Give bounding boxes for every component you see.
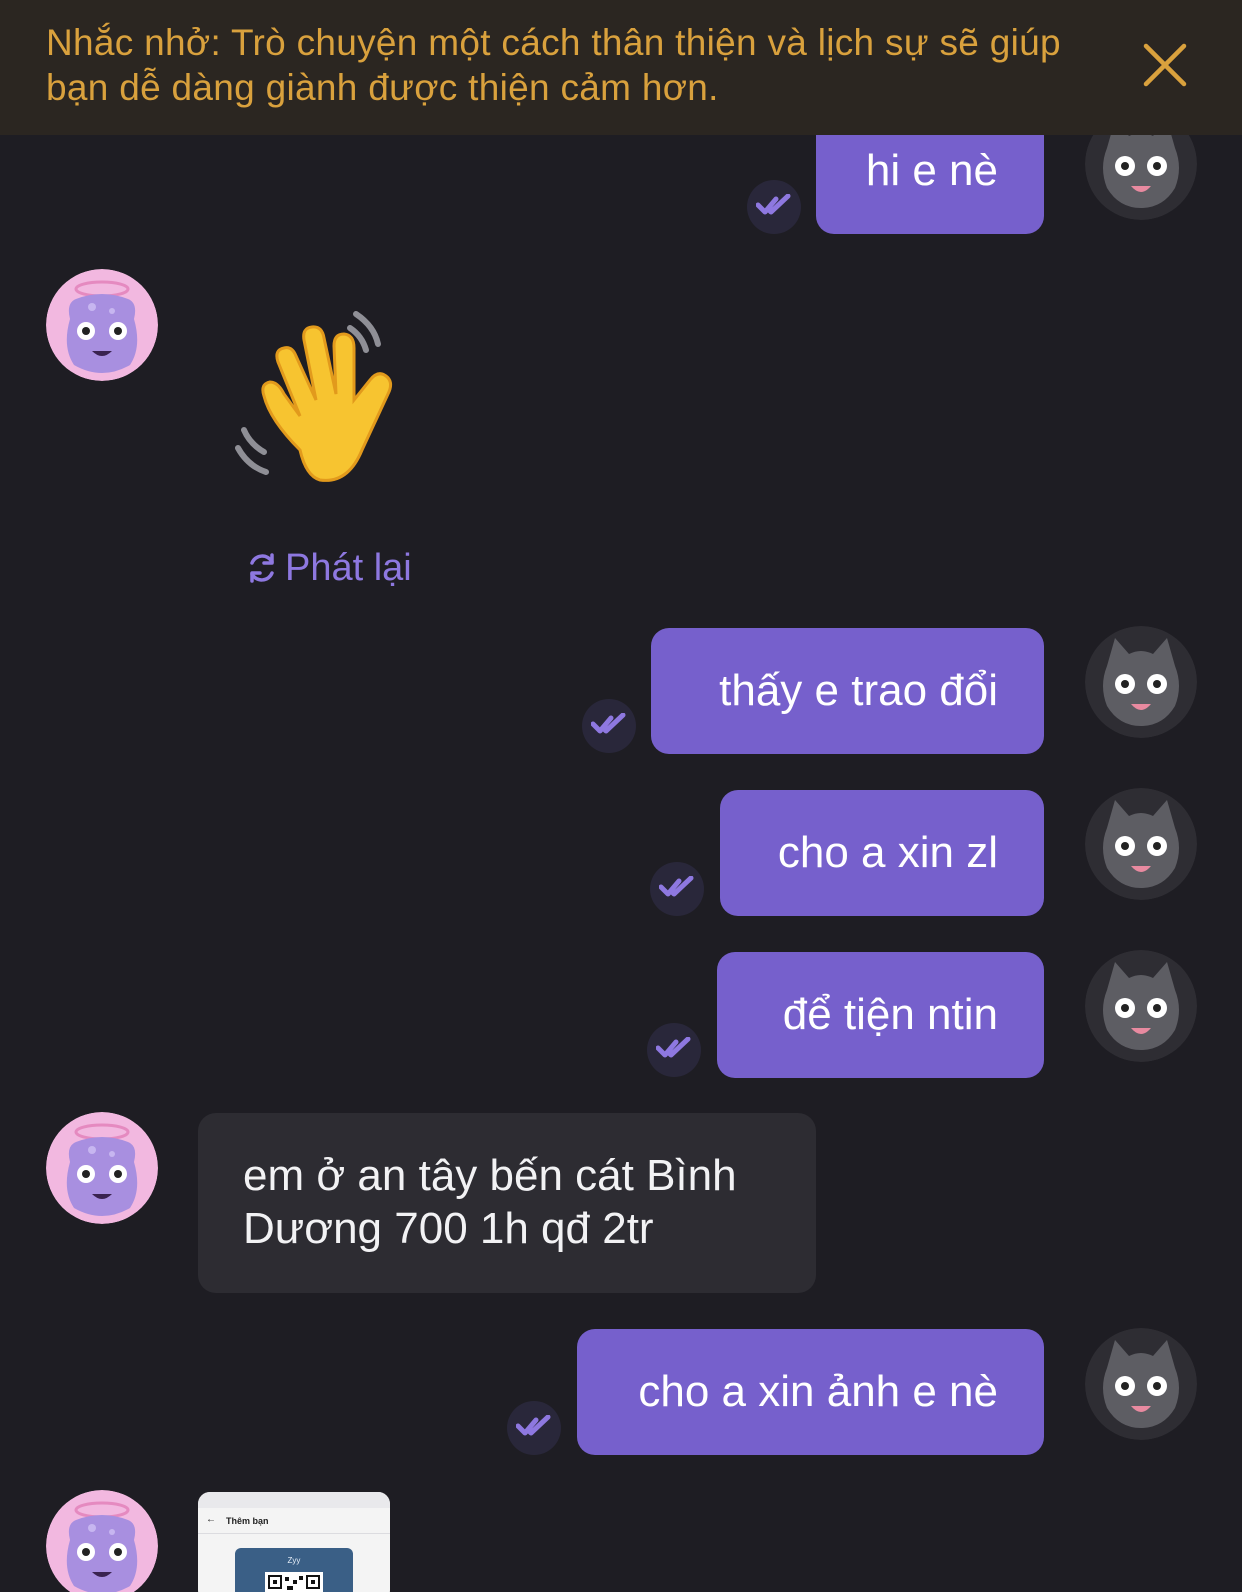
read-receipt-icon (647, 1023, 701, 1077)
self-avatar[interactable] (1085, 788, 1197, 900)
back-arrow-icon: ← (206, 1514, 216, 1525)
message-bubble-outgoing[interactable]: cho a xin zl (720, 790, 1044, 916)
read-receipt-icon (650, 862, 704, 916)
chat-screen: Nhắc nhở: Trò chuyện một cách thân thiện… (0, 0, 1242, 1592)
self-avatar[interactable] (1085, 626, 1197, 738)
read-receipt-icon (582, 699, 636, 753)
replay-label: Phát lại (285, 547, 412, 589)
message-text: để tiện ntin (782, 990, 998, 1039)
self-avatar[interactable] (1085, 950, 1197, 1062)
read-receipt-icon (507, 1401, 561, 1455)
partner-avatar[interactable] (46, 1490, 158, 1592)
message-bubble-outgoing[interactable]: để tiện ntin (717, 952, 1044, 1078)
reminder-text: Nhắc nhở: Trò chuyện một cách thân thiện… (46, 22, 1061, 108)
message-text-line-1: em ở an tây bến cát Bình (243, 1151, 737, 1200)
message-bubble-incoming[interactable]: em ở an tây bến cát Bình Dương 700 1h qđ… (198, 1113, 816, 1293)
replay-button[interactable]: Phát lại (245, 546, 412, 590)
message-text: cho a xin ảnh e nè (638, 1367, 998, 1416)
message-text: thấy e trao đổi (719, 666, 998, 715)
thumbnail-status-bar (198, 1492, 390, 1508)
read-receipt-icon (747, 180, 801, 234)
thumbnail-title: Thêm bạn (226, 1516, 269, 1526)
message-text: hi e nè (865, 146, 998, 195)
reminder-banner: Nhắc nhở: Trò chuyện một cách thân thiện… (0, 0, 1242, 135)
self-avatar[interactable] (1085, 1328, 1197, 1440)
image-message-thumbnail[interactable]: ← Thêm bạn Zyy (198, 1492, 390, 1592)
partner-avatar[interactable] (46, 1112, 158, 1224)
close-icon[interactable] (1140, 40, 1190, 90)
waving-hand-sticker[interactable] (230, 300, 430, 500)
partner-avatar[interactable] (46, 269, 158, 381)
message-bubble-outgoing[interactable]: cho a xin ảnh e nè (577, 1329, 1044, 1455)
message-bubble-outgoing[interactable]: thấy e trao đổi (651, 628, 1044, 754)
thumbnail-divider (198, 1533, 390, 1534)
qr-card-name: Zyy (287, 1556, 301, 1565)
message-text-line-2: Dương 700 1h qđ 2tr (243, 1204, 654, 1253)
message-text: cho a xin zl (777, 828, 998, 877)
qr-code-icon (265, 1572, 323, 1592)
qr-card: Zyy (235, 1548, 353, 1592)
refresh-icon (250, 553, 274, 583)
